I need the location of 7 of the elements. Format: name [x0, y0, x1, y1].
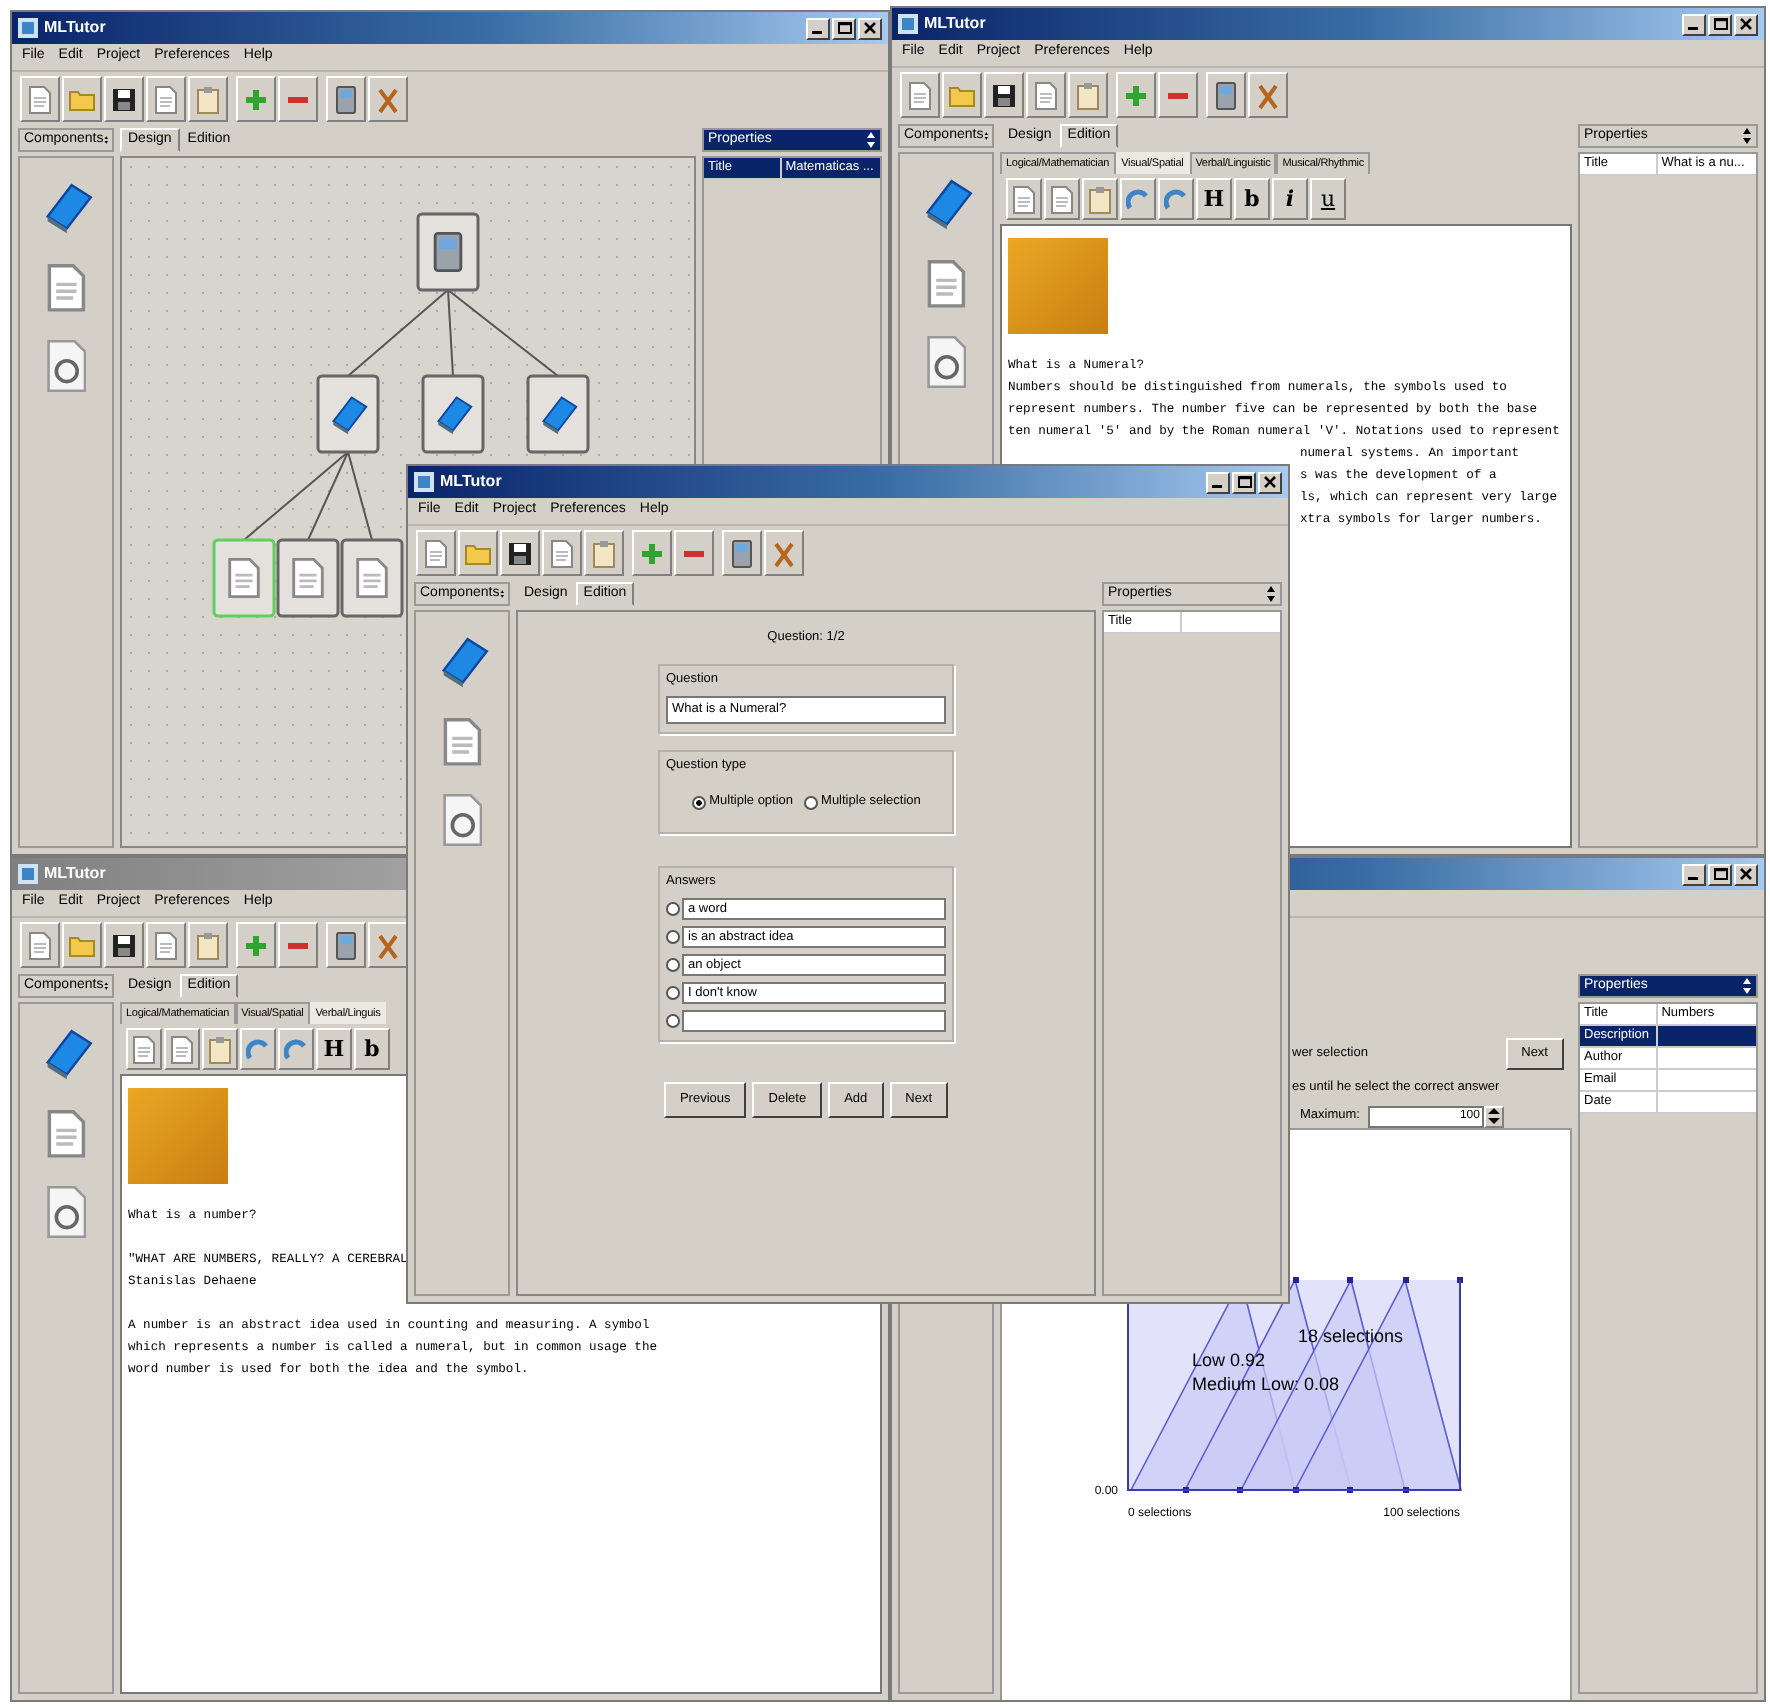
- window-title: MLTutor: [44, 862, 106, 886]
- chart-annotation: Medium Low: 0.08: [1192, 1373, 1340, 1393]
- window-title: MLTutor: [44, 16, 106, 40]
- chart-annotation: 18 selections: [1298, 1325, 1404, 1345]
- window-title: MLTutor: [440, 470, 502, 494]
- chart-annotation: Low 0.92: [1192, 1349, 1266, 1369]
- window-title: MLTutor: [924, 12, 986, 36]
